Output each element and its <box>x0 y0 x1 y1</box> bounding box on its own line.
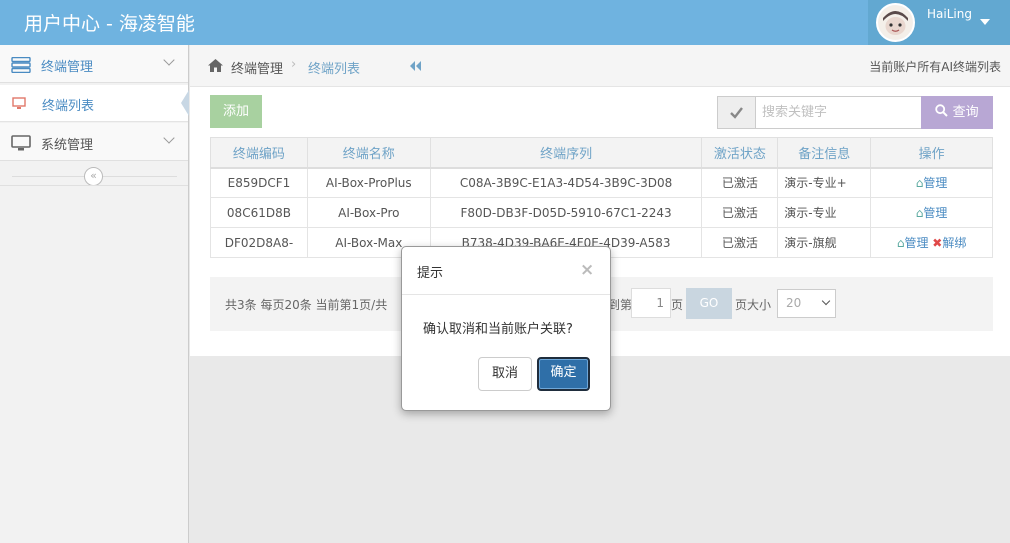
breadcrumb-separator-icon: › <box>291 57 297 72</box>
cell-status: 已激活 <box>701 197 779 228</box>
dialog-header: 提示 × <box>402 247 610 295</box>
manage-link[interactable]: ⌂管理 <box>897 236 929 250</box>
page-description: 当前账户所有AI终端列表 <box>869 60 1001 74</box>
cell-note: 演示-专业 <box>777 197 872 228</box>
caret-down-icon[interactable] <box>980 19 990 25</box>
cell-note: 演示-专业+ <box>777 167 872 198</box>
manage-link[interactable]: ⌂管理 <box>916 206 948 220</box>
unbind-link-label: 解绑 <box>942 236 967 250</box>
confirm-button[interactable]: 确定 <box>537 357 590 391</box>
cell-serial: C08A-3B9C-E1A3-4D54-3B9C-3D08 <box>429 167 703 198</box>
cell-code: E859DCF1 <box>210 167 308 198</box>
sidebar-item-label: 终端管理 <box>41 60 94 75</box>
pagination-summary: 共3条 每页20条 当前第1页/共 <box>225 298 388 312</box>
sidebar-item-label: 系统管理 <box>41 138 94 153</box>
cell-actions: ⌂管理 <box>870 197 993 228</box>
app-title: 用户中心 - 海凌智能 <box>24 13 195 35</box>
active-indicator <box>181 90 189 116</box>
go-button[interactable]: GO <box>686 288 732 319</box>
cell-status: 已激活 <box>701 227 779 258</box>
sidebar-item-label: 终端列表 <box>42 99 95 114</box>
cell-actions: ⌂管理 <box>870 167 993 198</box>
cell-name: AI-Box-ProPlus <box>306 167 431 198</box>
chevron-down-icon <box>821 296 831 306</box>
chevron-down-icon <box>163 132 175 144</box>
terminal-table: 终端编码 终端名称 终端序列 激活状态 备注信息 操作 E859DCF1 AI-… <box>210 137 993 258</box>
manage-link-label: 管理 <box>923 176 948 191</box>
page-size-value: 20 <box>786 296 802 310</box>
page-number-input[interactable] <box>631 288 671 318</box>
cell-code: 08C61D8B <box>210 197 308 228</box>
column-header[interactable]: 终端名称 <box>306 137 431 169</box>
table-header-row: 终端编码 终端名称 终端序列 激活状态 备注信息 操作 <box>210 137 993 169</box>
column-header[interactable]: 激活状态 <box>701 137 779 169</box>
double-left-arrow-icon[interactable] <box>408 59 422 73</box>
chevron-down-icon <box>163 54 175 66</box>
user-menu[interactable]: HaiLing <box>868 0 1010 45</box>
page-size-label: 页大小 <box>735 298 772 312</box>
table-row: E859DCF1 AI-Box-ProPlus C08A-3B9C-E1A3-4… <box>210 167 993 198</box>
manage-link-label: 管理 <box>923 206 948 220</box>
sidebar: 终端管理 终端列表 系统管理 « <box>0 45 189 543</box>
desktop-icon <box>11 135 31 151</box>
breadcrumb-level2: 终端列表 <box>308 62 361 77</box>
monitor-icon <box>12 96 26 110</box>
unbind-link[interactable]: ✖解绑 <box>932 236 966 250</box>
search-addon <box>717 96 756 129</box>
cell-serial: F80D-DB3F-D05D-5910-67C1-2243 <box>429 197 703 228</box>
column-header[interactable]: 终端序列 <box>429 137 703 169</box>
search-input[interactable] <box>756 96 922 129</box>
collapse-sidebar-icon[interactable]: « <box>84 167 103 186</box>
breadcrumb: 终端管理 › 终端列表 当前账户所有AI终端列表 <box>190 45 1010 87</box>
search-button[interactable]: 查询 <box>921 96 993 129</box>
search-button-label: 查询 <box>952 105 979 120</box>
dialog-message: 确认取消和当前账户关联? <box>423 322 573 337</box>
sidebar-item-system-management[interactable]: 系统管理 <box>0 123 188 161</box>
cell-code: DF02D8A8- <box>210 227 308 258</box>
dialog-title: 提示 <box>417 266 444 281</box>
avatar[interactable] <box>876 3 915 42</box>
divider <box>0 185 188 186</box>
search-icon <box>935 104 949 117</box>
home-icon[interactable] <box>207 58 224 73</box>
sidebar-item-terminal-list[interactable]: 终端列表 <box>0 85 188 122</box>
column-header[interactable]: 终端编码 <box>210 137 308 169</box>
column-header[interactable]: 备注信息 <box>777 137 872 169</box>
cell-note: 演示-旗舰 <box>777 227 872 258</box>
close-icon: ✖ <box>932 236 943 250</box>
cancel-button[interactable]: 取消 <box>478 357 532 391</box>
breadcrumb-level1[interactable]: 终端管理 <box>231 58 283 77</box>
confirm-dialog: 提示 × 确认取消和当前账户关联? 取消 确定 <box>401 246 611 411</box>
pagination-page-label: 页 <box>671 298 684 312</box>
check-icon <box>730 107 743 119</box>
cell-name: AI-Box-Pro <box>306 197 431 228</box>
cell-status: 已激活 <box>701 167 779 198</box>
user-name[interactable]: HaiLing <box>927 7 972 21</box>
add-button[interactable]: 添加 <box>210 95 262 128</box>
pagination-goto-label: 到第 <box>608 298 633 312</box>
cell-actions: ⌂管理 ✖解绑 <box>870 227 993 258</box>
manage-link[interactable]: ⌂管理 <box>916 176 948 190</box>
table-row: 08C61D8B AI-Box-Pro F80D-DB3F-D05D-5910-… <box>210 197 993 228</box>
column-header: 操作 <box>870 137 993 169</box>
top-navbar: 用户中心 - 海凌智能 HaiLing <box>0 0 1010 45</box>
close-icon[interactable]: × <box>580 260 594 280</box>
page-size-select[interactable]: 20 <box>777 289 836 318</box>
sidebar-item-terminal-management[interactable]: 终端管理 <box>0 45 188 83</box>
server-icon <box>11 56 31 74</box>
manage-link-label: 管理 <box>904 236 929 250</box>
